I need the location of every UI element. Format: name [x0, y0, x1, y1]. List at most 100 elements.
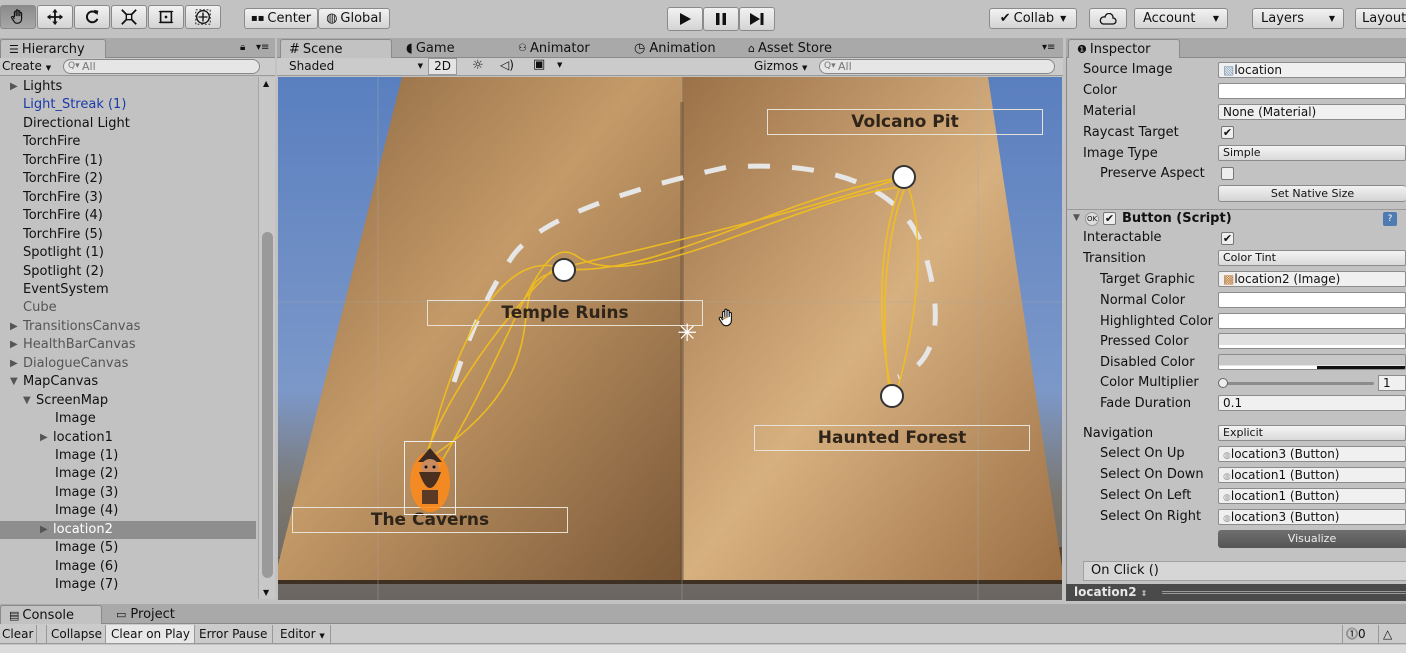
play-button[interactable]: [667, 7, 703, 31]
tab-asset-store[interactable]: ⌂ Asset Store: [740, 39, 840, 58]
hand-tool-button[interactable]: [0, 5, 36, 29]
hierarchy-item[interactable]: Image (6): [0, 558, 256, 576]
foldout-collapsed-icon[interactable]: ▶: [40, 429, 52, 447]
navigation-dropdown[interactable]: Explicit: [1218, 425, 1406, 441]
target-graphic-field[interactable]: ▩location2 (Image): [1218, 271, 1406, 287]
hierarchy-item[interactable]: Image (5): [0, 539, 256, 557]
hierarchy-scrollbar[interactable]: ▲ ▼: [258, 77, 275, 599]
hierarchy-item[interactable]: ▶ location2: [0, 520, 256, 540]
scroll-up-icon[interactable]: ▲: [263, 79, 269, 88]
layout-dropdown[interactable]: Layout: [1355, 8, 1406, 29]
collab-button[interactable]: ✔ Collab ▼: [989, 8, 1077, 29]
select-on-down-field[interactable]: ◍location1 (Button): [1218, 467, 1406, 483]
raycast-target-checkbox[interactable]: ✔: [1221, 126, 1234, 139]
console-collapse-button[interactable]: Collapse: [46, 625, 106, 643]
location-haunted-forest[interactable]: Haunted Forest: [754, 425, 1030, 451]
move-tool-button[interactable]: [37, 5, 73, 29]
select-on-up-field[interactable]: ◍location3 (Button): [1218, 446, 1406, 462]
cloud-button[interactable]: [1089, 8, 1127, 29]
hierarchy-item[interactable]: ▶ location1: [0, 429, 256, 447]
interactable-checkbox[interactable]: ✔: [1221, 232, 1234, 245]
fade-duration-input[interactable]: 0.1: [1218, 395, 1406, 411]
material-field[interactable]: None (Material): [1218, 104, 1406, 120]
hierarchy-item[interactable]: TorchFire (3): [0, 189, 256, 207]
tab-project[interactable]: ▭ Project: [108, 605, 183, 624]
hierarchy-item[interactable]: EventSystem: [0, 281, 256, 299]
pivot-center-button[interactable]: ▪▪ Center: [244, 8, 318, 29]
effects-toggle-icon[interactable]: ▣: [533, 57, 545, 72]
shading-dropdown[interactable]: Shaded ▼: [289, 58, 425, 75]
location-temple-ruins[interactable]: Temple Ruins: [427, 300, 703, 326]
mode-2d-toggle[interactable]: 2D: [428, 58, 457, 75]
rect-tool-button[interactable]: [148, 5, 184, 29]
hierarchy-item[interactable]: Image (3): [0, 484, 256, 502]
tab-inspector[interactable]: ❶ Inspector: [1068, 39, 1180, 58]
hierarchy-item[interactable]: Image (4): [0, 502, 256, 520]
tab-scene[interactable]: # Scene: [280, 39, 392, 58]
hierarchy-item[interactable]: TorchFire (4): [0, 207, 256, 225]
lock-icon[interactable]: 🔒︎: [240, 42, 245, 53]
transition-dropdown[interactable]: Color Tint: [1218, 250, 1406, 266]
color-field[interactable]: [1218, 83, 1406, 99]
foldout-collapsed-icon[interactable]: ▶: [10, 336, 22, 354]
on-click-event-header[interactable]: On Click (): [1083, 561, 1406, 581]
tab-console[interactable]: ▤ Console: [0, 605, 102, 624]
color-multiplier-slider[interactable]: [1218, 378, 1374, 388]
source-image-field[interactable]: ▧location: [1218, 62, 1406, 78]
hierarchy-item[interactable]: ▶ DialogueCanvas: [0, 355, 256, 373]
foldout-collapsed-icon[interactable]: ▶: [10, 355, 22, 373]
tab-game[interactable]: ◖ Game: [398, 39, 463, 58]
hierarchy-item[interactable]: ▶ HealthBarCanvas: [0, 336, 256, 354]
panel-menu-icon[interactable]: ▾≡: [256, 42, 269, 53]
hierarchy-item[interactable]: Cube: [0, 299, 256, 317]
gizmos-dropdown[interactable]: Gizmos ▼: [754, 59, 807, 73]
image-type-dropdown[interactable]: Simple: [1218, 145, 1406, 161]
foldout-expanded-icon[interactable]: ▼: [23, 392, 35, 410]
rotate-tool-button[interactable]: [74, 5, 110, 29]
set-native-size-button[interactable]: Set Native Size: [1218, 185, 1406, 202]
console-warning-count[interactable]: △: [1378, 625, 1392, 643]
hierarchy-item[interactable]: Spotlight (1): [0, 244, 256, 262]
hierarchy-item[interactable]: TorchFire (5): [0, 226, 256, 244]
hierarchy-item[interactable]: Directional Light: [0, 115, 256, 133]
hierarchy-item[interactable]: Image: [0, 410, 256, 428]
pause-button[interactable]: [703, 7, 739, 31]
select-on-left-field[interactable]: ◍location1 (Button): [1218, 488, 1406, 504]
space-global-button[interactable]: ◍ Global: [318, 8, 390, 29]
preserve-aspect-checkbox[interactable]: [1221, 167, 1234, 180]
hierarchy-item[interactable]: ▶ TransitionsCanvas: [0, 318, 256, 336]
visualize-toggle[interactable]: Visualize: [1218, 530, 1406, 548]
foldout-collapsed-icon[interactable]: ▶: [10, 78, 22, 96]
light-toggle-icon[interactable]: ☼: [472, 58, 484, 73]
hierarchy-item[interactable]: Image (2): [0, 465, 256, 483]
dropdown-arrow-icon[interactable]: ▼: [557, 61, 562, 69]
highlighted-color-swatch[interactable]: [1218, 313, 1406, 329]
hierarchy-item[interactable]: Spotlight (2): [0, 263, 256, 281]
foldout-expanded-icon[interactable]: ▼: [10, 373, 22, 391]
hierarchy-item[interactable]: Image (1): [0, 447, 256, 465]
console-editor-dropdown[interactable]: Editor ▼: [273, 625, 331, 643]
hierarchy-create-dropdown[interactable]: Create ▼: [2, 59, 51, 73]
hierarchy-item[interactable]: ▼ MapCanvas: [0, 373, 256, 391]
player-character-sprite[interactable]: [404, 441, 456, 515]
map-node-forest[interactable]: [880, 384, 904, 408]
console-error-count[interactable]: ⓵0: [1342, 625, 1366, 643]
console-clear-on-play-button[interactable]: Clear on Play: [106, 625, 195, 643]
hierarchy-item[interactable]: TorchFire: [0, 133, 256, 151]
scroll-down-icon[interactable]: ▼: [263, 588, 269, 597]
map-node-temple[interactable]: [552, 258, 576, 282]
foldout-collapsed-icon[interactable]: ▶: [10, 318, 22, 336]
slider-handle[interactable]: [1218, 378, 1228, 388]
hierarchy-search-input[interactable]: Q▾ All: [63, 59, 260, 74]
pivot-gizmo-icon[interactable]: ✳: [677, 321, 697, 345]
tab-animator[interactable]: ⚇ Animator: [510, 39, 598, 58]
select-on-right-field[interactable]: ◍location3 (Button): [1218, 509, 1406, 525]
hierarchy-item[interactable]: ▼ ScreenMap: [0, 392, 256, 410]
map-node-volcano[interactable]: [892, 165, 916, 189]
console-error-pause-button[interactable]: Error Pause: [195, 625, 273, 643]
scale-tool-button[interactable]: [111, 5, 147, 29]
account-dropdown[interactable]: Account ▼: [1134, 8, 1228, 29]
tab-hierarchy[interactable]: ☰ Hierarchy: [0, 39, 106, 58]
scene-viewport[interactable]: Volcano Pit Temple Ruins Haunted Forest …: [278, 77, 1062, 600]
button-enabled-checkbox[interactable]: ✔: [1103, 212, 1116, 225]
